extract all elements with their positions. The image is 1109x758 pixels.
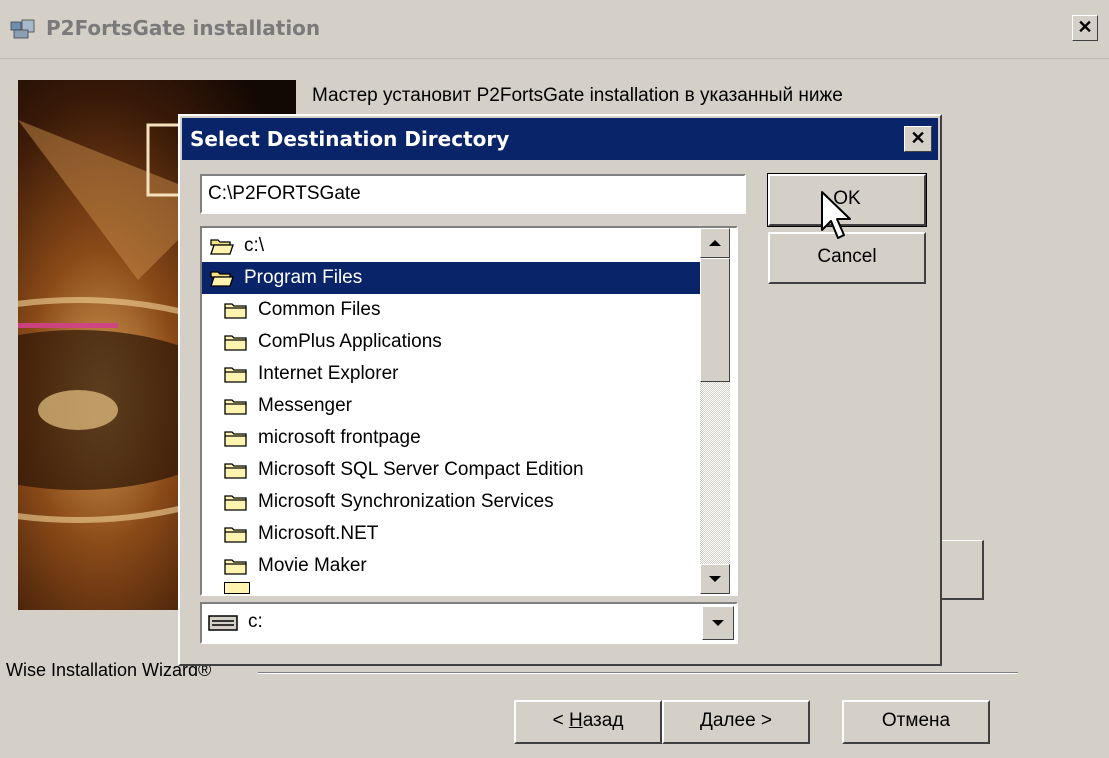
folder-row[interactable]: Messenger bbox=[202, 390, 700, 422]
folder-row[interactable]: Microsoft.NET bbox=[202, 518, 700, 550]
folder-list-scrollbar[interactable] bbox=[700, 228, 730, 594]
folder-row[interactable]: ComPlus Applications bbox=[202, 326, 700, 358]
dialog-title-bar: Select Destination Directory ✕ bbox=[182, 118, 938, 160]
folder-label: Microsoft SQL Server Compact Edition bbox=[258, 459, 584, 480]
folder-icon bbox=[224, 527, 247, 543]
folder-label: Microsoft Synchronization Services bbox=[258, 491, 554, 512]
back-prefix: < bbox=[552, 710, 569, 731]
drive-select[interactable]: c: bbox=[200, 602, 738, 644]
folder-label: Internet Explorer bbox=[258, 363, 399, 384]
folder-icon bbox=[224, 559, 247, 575]
folder-label: Program Files bbox=[244, 267, 363, 288]
folder-icon bbox=[224, 463, 247, 479]
folder-label: microsoft frontpage bbox=[258, 427, 421, 448]
folder-row-partial bbox=[224, 582, 250, 594]
folder-row[interactable]: microsoft frontpage bbox=[202, 422, 700, 454]
arrow-up-icon bbox=[709, 240, 721, 246]
folder-row[interactable]: Common Files bbox=[202, 294, 700, 326]
folder-label: Messenger bbox=[258, 395, 352, 416]
folder-label: c:\ bbox=[244, 235, 265, 256]
mouse-cursor-icon bbox=[821, 191, 851, 239]
arrow-down-icon bbox=[709, 576, 721, 582]
scroll-up-button[interactable] bbox=[700, 228, 730, 258]
folder-icon bbox=[224, 431, 247, 447]
chevron-down-icon bbox=[712, 620, 724, 626]
open-folder-icon bbox=[210, 239, 234, 255]
outer-window-title: P2FortsGate installation bbox=[46, 16, 321, 40]
folder-icon bbox=[224, 335, 247, 351]
folder-row[interactable]: c:\ bbox=[202, 230, 700, 262]
folder-icon bbox=[224, 399, 247, 415]
next-label: алее > bbox=[712, 710, 773, 731]
next-button[interactable]: Далее > bbox=[662, 700, 810, 744]
outer-close-button[interactable]: ✕ bbox=[1072, 15, 1098, 41]
brand-divider bbox=[258, 672, 1018, 674]
folder-row[interactable]: Microsoft Synchronization Services bbox=[202, 486, 700, 518]
folder-row[interactable]: Program Files bbox=[202, 262, 700, 294]
folder-row[interactable]: Internet Explorer bbox=[202, 358, 700, 390]
folder-label: Microsoft.NET bbox=[258, 523, 379, 544]
wizard-cancel-button[interactable]: Отмена bbox=[842, 700, 990, 744]
installer-app-icon bbox=[10, 19, 35, 39]
dialog-close-button[interactable]: ✕ bbox=[904, 126, 932, 152]
folder-icon bbox=[224, 367, 247, 383]
folder-label: Movie Maker bbox=[258, 555, 367, 576]
folder-label: ComPlus Applications bbox=[258, 331, 442, 352]
scrollbar-thumb[interactable] bbox=[700, 258, 730, 382]
scroll-down-button[interactable] bbox=[700, 564, 730, 594]
open-folder-icon bbox=[210, 271, 234, 287]
dialog-title: Select Destination Directory bbox=[190, 127, 510, 151]
folder-icon bbox=[224, 495, 247, 511]
drive-dropdown-button[interactable] bbox=[702, 606, 734, 640]
selected-drive: c: bbox=[248, 611, 263, 632]
wizard-intro-text: Мастер установит P2FortsGate installatio… bbox=[312, 85, 843, 106]
back-access-key: Н bbox=[568, 710, 583, 731]
destination-path-input[interactable] bbox=[200, 174, 746, 214]
folder-label: Common Files bbox=[258, 299, 381, 320]
next-access-key: Д bbox=[699, 710, 713, 731]
folder-tree-list[interactable]: c:\ Program Files Common Files ComPlus Appl… bbox=[200, 226, 738, 596]
drive-icon bbox=[208, 615, 238, 631]
back-label: азад bbox=[582, 710, 624, 731]
folder-icon bbox=[224, 303, 247, 319]
folder-row[interactable]: Microsoft SQL Server Compact Edition bbox=[202, 454, 700, 486]
folder-row[interactable]: Movie Maker bbox=[202, 550, 700, 582]
back-button[interactable]: < Назад bbox=[514, 700, 662, 744]
